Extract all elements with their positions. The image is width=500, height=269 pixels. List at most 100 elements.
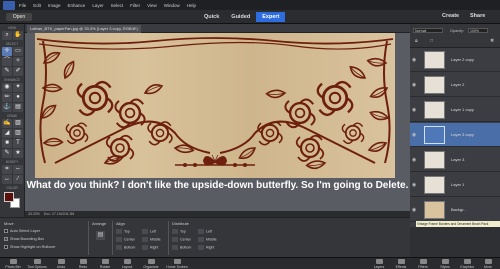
gradient-tool-icon[interactable]: ▥ — [13, 129, 23, 138]
align-center-button[interactable]: Center — [116, 237, 135, 242]
red-eye-tool-icon[interactable]: ◉ — [2, 83, 12, 92]
visibility-eye-icon[interactable]: ◉ — [410, 207, 418, 213]
distribute-middle-button[interactable]: Middle — [198, 237, 217, 242]
marquee-tool-icon[interactable]: ▭ — [13, 47, 23, 56]
visibility-eye-icon[interactable]: ◉ — [410, 82, 418, 88]
blend-mode-select[interactable]: Normal — [413, 28, 443, 33]
menu-layer[interactable]: Layer — [92, 3, 103, 8]
opacity-field[interactable]: 100% — [468, 28, 488, 33]
eyedropper-tool-icon[interactable]: ✐ — [13, 67, 23, 76]
menu-window[interactable]: Window — [164, 3, 180, 8]
filters-button[interactable]: Filters — [412, 259, 434, 269]
photo-bin-button[interactable]: Photo Bin — [2, 259, 24, 269]
align-right-button[interactable]: Right — [142, 245, 158, 250]
layout-button[interactable]: Layout — [116, 259, 138, 269]
healing-brush-tool-icon[interactable]: ✦ — [13, 83, 23, 92]
tool-options-button[interactable]: Tool Options — [26, 259, 48, 269]
pencil-tool-icon[interactable]: ✎ — [2, 149, 12, 158]
undo-button[interactable]: Undo — [50, 259, 72, 269]
visibility-eye-icon[interactable]: ◉ — [410, 132, 418, 138]
layer-row[interactable]: ◉ Layer 3 — [410, 148, 500, 172]
mode-expert[interactable]: Expert — [256, 12, 286, 22]
menu-select[interactable]: Select — [111, 3, 124, 8]
zoom-tool-icon[interactable]: ⌕ — [2, 31, 12, 40]
align-left-button[interactable]: Left — [142, 229, 156, 234]
shape-tool-icon[interactable]: ■ — [2, 139, 12, 148]
document-image[interactable] — [35, 33, 395, 178]
lock-icon[interactable]: 🔒︎ — [415, 38, 418, 44]
layer-row[interactable]: ◉ Layer 1 — [410, 173, 500, 197]
mode-guided[interactable]: Guided — [225, 12, 256, 22]
open-button[interactable]: Open — [6, 13, 32, 21]
trash-icon[interactable]: ✖ — [490, 38, 494, 44]
custom-shape-tool-icon[interactable]: ★ — [13, 149, 23, 158]
content-aware-move-tool-icon[interactable]: ↔ — [2, 175, 12, 184]
clone-stamp-tool-icon[interactable]: ⚓ — [2, 103, 12, 112]
visibility-eye-icon[interactable]: ◉ — [410, 182, 418, 188]
distribute-right-button[interactable]: Right — [198, 245, 214, 250]
layer-name: Layer 3 — [451, 157, 465, 162]
move-tool-icon[interactable]: ✛ — [2, 47, 12, 56]
sponge-tool-icon[interactable]: ▤ — [13, 103, 23, 112]
quick-selection-tool-icon[interactable]: ✎ — [2, 67, 12, 76]
foreground-color-swatch[interactable] — [4, 192, 14, 202]
align-middle-button[interactable]: Middle — [142, 237, 161, 242]
eraser-tool-icon[interactable]: ▧ — [13, 119, 23, 128]
menu-image[interactable]: Image — [48, 3, 61, 8]
menu-help[interactable]: Help — [187, 3, 196, 8]
effects-label: Effects — [395, 264, 407, 269]
arrange-title: Arrange — [92, 221, 107, 226]
share-button[interactable]: Share — [470, 13, 485, 19]
layer-row[interactable]: ◉ Layer 2 copy — [410, 48, 500, 72]
mode-quick[interactable]: Quick — [198, 12, 225, 22]
distribute-left-button[interactable]: Left — [198, 229, 212, 234]
recompose-tool-icon[interactable]: ⇔ — [13, 165, 23, 174]
lasso-tool-icon[interactable]: ⌒ — [2, 57, 12, 66]
organizer-button[interactable]: Organizer — [140, 259, 162, 269]
paint-bucket-tool-icon[interactable]: ◢ — [2, 129, 12, 138]
create-button[interactable]: Create — [442, 13, 459, 19]
show-bbox-checkbox[interactable]: ✓ Show Bounding Box — [4, 237, 44, 241]
magic-wand-tool-icon[interactable]: ✧ — [13, 57, 23, 66]
visibility-eye-icon[interactable]: ◉ — [410, 57, 418, 63]
effects-button[interactable]: Effects — [390, 259, 412, 269]
blur-tool-icon[interactable]: ● — [13, 93, 23, 102]
layer-row[interactable]: ◉ Layer 2 — [410, 73, 500, 97]
layers-button[interactable]: Layers — [368, 259, 390, 269]
new-layer-icon[interactable]: □ — [430, 38, 433, 44]
distribute-bottom-button[interactable]: Bottom — [172, 245, 191, 250]
more-button[interactable]: More — [477, 259, 499, 269]
menu-view[interactable]: View — [147, 3, 157, 8]
crop-tool-icon[interactable]: ⌗ — [2, 165, 12, 174]
align-top-button[interactable]: Top — [116, 229, 130, 234]
straighten-tool-icon[interactable]: ∕ — [13, 175, 23, 184]
layer-row[interactable]: ◉ Backgr... — [410, 198, 500, 222]
type-tool-icon[interactable]: T — [13, 139, 23, 148]
menu-enhance[interactable]: Enhance — [68, 3, 86, 8]
hand-tool-icon[interactable]: ✋ — [13, 31, 23, 40]
document-tab[interactable]: Lathan_BTK_paperFan.jpg @ 33.3% (Layer 3… — [27, 25, 141, 33]
visibility-eye-icon[interactable]: ◉ — [410, 157, 418, 163]
rotate-button[interactable]: Rotate — [94, 259, 116, 269]
auto-select-checkbox[interactable]: Auto Select Layer — [4, 229, 40, 233]
graphics-button[interactable]: Graphics — [456, 259, 478, 269]
styles-button[interactable]: Styles — [434, 259, 456, 269]
distribute-center-button[interactable]: Center — [172, 237, 191, 242]
align-bottom-button[interactable]: Bottom — [116, 245, 135, 250]
align-middle-label: Middle — [150, 237, 161, 242]
home-screen-button[interactable]: Home Screen — [166, 259, 188, 269]
menu-file[interactable]: File — [19, 3, 26, 8]
smart-brush-tool-icon[interactable]: ✏ — [2, 93, 12, 102]
redo-button[interactable]: Redo — [72, 259, 94, 269]
layer-row-selected[interactable]: ◉ Layer 3 copy — [410, 123, 500, 147]
layer-row[interactable]: ◉ Layer 1 copy — [410, 98, 500, 122]
menu-filter[interactable]: Filter — [130, 3, 140, 8]
visibility-eye-icon[interactable]: ◉ — [410, 107, 418, 113]
show-highlight-checkbox[interactable]: Show Highlight on Rollover — [4, 245, 56, 249]
distribute-top-button[interactable]: Top — [172, 229, 186, 234]
arrange-icon[interactable]: ▤ — [96, 231, 105, 240]
menu-edit[interactable]: Edit — [33, 3, 41, 8]
undo-icon — [57, 259, 65, 264]
canvas-area[interactable]: What do you think? I don't like the upsi… — [25, 33, 410, 211]
brush-tool-icon[interactable]: ✍ — [2, 119, 12, 128]
